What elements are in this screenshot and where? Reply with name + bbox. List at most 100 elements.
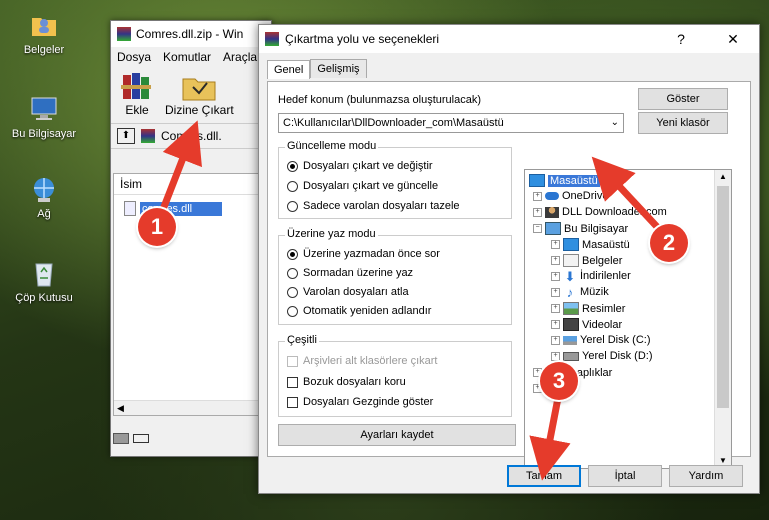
option-label: Arşivleri alt klasörlere çıkart	[303, 355, 438, 367]
add-button[interactable]: Ekle	[119, 69, 155, 123]
new-folder-button[interactable]: Yeni klasör	[638, 112, 728, 134]
checkbox-indicator	[287, 376, 298, 388]
expand-icon[interactable]: +	[551, 304, 560, 313]
close-button[interactable]: ✕	[713, 25, 753, 53]
save-settings-button[interactable]: Ayarları kaydet	[278, 424, 516, 446]
folder-tree: Masaüstü + OneDrive + DLL Downloader.com…	[524, 169, 732, 469]
expand-icon[interactable]: +	[551, 256, 560, 265]
desktop-icon-belgeler[interactable]: Belgeler	[4, 10, 84, 56]
expand-icon[interactable]: +	[551, 271, 560, 281]
tree-item-pc-desktop[interactable]: + Masaüstü	[551, 238, 630, 251]
up-folder-icon[interactable]: ⬆	[117, 128, 135, 144]
archive-statusbar	[113, 430, 149, 446]
archive-small-icon	[141, 129, 155, 143]
tree-item-onedrive[interactable]: + OneDrive	[533, 190, 608, 202]
destination-label: Hedef konum (bulunmazsa oluşturulacak)	[278, 94, 481, 106]
tree-item-videos[interactable]: + Videolar	[551, 318, 622, 331]
tree-item-label: Yerel Disk (D:)	[582, 350, 653, 362]
help-button[interactable]: Yardım	[669, 465, 743, 487]
tree-item-downloads[interactable]: + ⬇ İndirilenler	[551, 268, 631, 284]
radio-auto-rename[interactable]: Otomatik yeniden adlandır	[287, 305, 431, 317]
menu-komutlar[interactable]: Komutlar	[163, 50, 211, 64]
download-icon: ⬇	[564, 268, 576, 284]
chevron-down-icon[interactable]: ⌄	[611, 117, 619, 128]
network-icon	[29, 174, 59, 204]
tab-gelismis[interactable]: Gelişmiş	[310, 59, 367, 78]
scroll-up-arrow-icon[interactable]: ▲	[715, 170, 731, 184]
recycle-bin-icon	[29, 258, 59, 288]
column-header-name[interactable]: İsim	[114, 174, 268, 195]
expand-icon[interactable]: +	[533, 191, 542, 201]
tree-item-this-pc[interactable]: − Bu Bilgisayar	[533, 222, 628, 235]
radio-freshen-existing[interactable]: Sadece varolan dosyaları tazele	[287, 200, 460, 212]
tab-genel[interactable]: Genel	[267, 60, 311, 79]
step-badge-3: 3	[540, 362, 578, 400]
radio-ask-before[interactable]: Üzerine yazmadan önce sor	[287, 248, 440, 260]
computer-icon	[29, 94, 59, 124]
archive-menubar: Dosya Komutlar Araçla	[111, 47, 271, 67]
expand-icon[interactable]: +	[551, 351, 560, 361]
help-title-button[interactable]: ?	[661, 25, 701, 53]
horizontal-scrollbar[interactable]: ◀	[114, 400, 268, 415]
tree-item-pictures[interactable]: + Resimler	[551, 302, 625, 315]
expand-icon[interactable]: +	[551, 240, 560, 249]
desktop-icon-label: Çöp Kutusu	[15, 292, 73, 304]
expand-icon[interactable]: +	[551, 287, 560, 297]
folder-user-icon	[29, 10, 59, 40]
tree-item-label: Videolar	[582, 318, 623, 331]
tree-item-disk-d[interactable]: + Yerel Disk (D:)	[551, 350, 653, 362]
tree-vertical-scrollbar[interactable]: ▲ ▼	[714, 170, 731, 468]
tree-item-desktop[interactable]: Masaüstü	[529, 174, 600, 187]
ok-button[interactable]: Tamam	[507, 465, 581, 487]
desktop-icon-cop-kutusu[interactable]: Çöp Kutusu	[4, 258, 84, 304]
checkbox-extract-subfolders[interactable]: Arşivleri alt klasörlere çıkart	[287, 355, 437, 367]
user-icon	[545, 206, 559, 218]
cancel-button[interactable]: İptal	[588, 465, 662, 487]
tree-item-disk-c[interactable]: + Yerel Disk (C:)	[551, 334, 651, 346]
radio-indicator	[287, 305, 298, 317]
key-icon	[133, 433, 149, 443]
archive-window-titlebar[interactable]: Comres.dll.zip - Win	[111, 21, 271, 47]
checkbox-indicator	[287, 355, 298, 367]
expand-icon[interactable]: +	[551, 335, 560, 345]
tree-item-user[interactable]: + DLL Downloader.com	[533, 206, 667, 218]
checkbox-keep-broken[interactable]: Bozuk dosyaları koru	[287, 376, 406, 388]
desktop-icon	[563, 238, 579, 251]
expand-icon[interactable]: +	[533, 207, 542, 217]
option-label: Varolan dosyaları atla	[303, 286, 409, 298]
tree-item-documents[interactable]: + Belgeler	[551, 254, 622, 267]
overwrite-mode-title: Üzerine yaz modu	[285, 228, 378, 240]
option-label: Otomatik yeniden adlandır	[303, 305, 432, 317]
dialog-titlebar[interactable]: Çıkartma yolu ve seçenekleri ? ✕	[259, 25, 759, 53]
radio-indicator	[287, 267, 298, 279]
tree-item-label: İndirilenler	[580, 270, 631, 282]
collapse-icon[interactable]: −	[533, 224, 542, 233]
radio-overwrite-without[interactable]: Sormadan üzerine yaz	[287, 267, 413, 279]
tree-item-music[interactable]: + ♪ Müzik	[551, 286, 609, 299]
radio-extract-update[interactable]: Dosyaları çıkart ve güncelle	[287, 180, 438, 192]
expand-icon[interactable]: +	[551, 320, 560, 329]
show-button[interactable]: Göster	[638, 88, 728, 110]
drive-icon	[563, 351, 579, 361]
checkbox-indicator	[287, 396, 298, 408]
destination-path-combo[interactable]: C:\Kullanıcılar\DllDownloader_com\Masaüs…	[278, 113, 624, 133]
extract-to-button[interactable]: Dizine Çıkart	[165, 69, 234, 123]
desktop-icon-label: Bu Bilgisayar	[11, 128, 77, 140]
extract-folder-icon	[182, 78, 216, 101]
radio-skip-existing[interactable]: Varolan dosyaları atla	[287, 286, 409, 298]
radio-indicator	[287, 200, 298, 212]
option-label: Bozuk dosyaları koru	[303, 376, 406, 388]
misc-title: Çeşitli	[285, 334, 319, 346]
update-mode-group: Güncelleme modu Dosyaları çıkart ve deği…	[278, 140, 512, 219]
radio-extract-replace[interactable]: Dosyaları çıkart ve değiştir	[287, 160, 433, 172]
tree-item-label: Yerel Disk (C:)	[580, 334, 651, 346]
scroll-thumb[interactable]	[717, 186, 729, 408]
desktop-icon-ag[interactable]: Ağ	[4, 174, 84, 220]
checkbox-show-in-explorer[interactable]: Dosyaları Gezginde göster	[287, 396, 433, 408]
radio-indicator	[287, 248, 298, 260]
menu-dosya[interactable]: Dosya	[117, 50, 151, 64]
radio-indicator	[287, 286, 298, 298]
desktop-icon-bu-bilgisayar[interactable]: Bu Bilgisayar	[4, 94, 84, 140]
menu-araclar[interactable]: Araçla	[223, 50, 257, 64]
option-label: Dosyaları çıkart ve değiştir	[303, 160, 433, 172]
